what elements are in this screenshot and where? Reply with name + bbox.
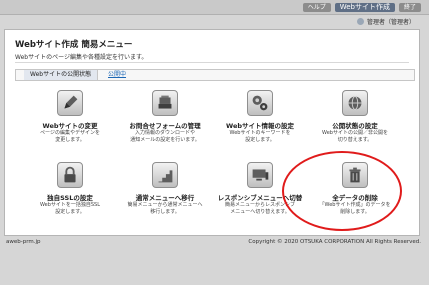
user-icon: [356, 18, 364, 25]
tile-description-line: 設定します。: [55, 209, 85, 215]
tile-description-line: 簡易メニューから通常メニューへ: [127, 202, 203, 208]
tile-description-line: 設定します。: [245, 137, 275, 143]
tile-publish-settings[interactable]: 公開状態の設定 Webサイトの公開／非公開を 切り替えます。: [310, 90, 400, 150]
user-label: 管理者（管理者）: [366, 19, 415, 26]
tile-description: 入力情報のダウンロードや 通知メールの設定を行います。: [120, 130, 210, 144]
tile-label: Webサイトの変更: [42, 122, 98, 130]
tile-description-line: ページの編集やデザインを: [40, 130, 100, 136]
gears-icon: [247, 90, 273, 116]
divider: [15, 62, 409, 63]
page-description: Webサイトのページ編集や各種設定を行います。: [15, 54, 148, 61]
product-button[interactable]: Webサイト作成: [334, 2, 395, 12]
top-nav: ヘルプ Webサイト作成 終了: [302, 2, 421, 12]
top-bar: ヘルプ Webサイト作成 終了: [0, 0, 429, 15]
help-button[interactable]: ヘルプ: [302, 2, 331, 12]
footer-copyright: Copyright © 2020 OTSUKA CORPORATION All …: [248, 239, 421, 245]
footer: aweb-prm.jp Copyright © 2020 OTSUKA CORP…: [0, 237, 429, 249]
stairs-icon: [152, 162, 178, 188]
tile-ssl-settings[interactable]: 独自SSLの設定 Webサイトを一括独自SSL 設定します。: [25, 162, 115, 222]
tile-description-line: 移行します。: [150, 209, 180, 215]
tile-label: お問合せフォームの管理: [129, 122, 201, 130]
publish-status-label: Webサイトの公開状態: [24, 70, 99, 80]
tile-description-line: 入力情報のダウンロードや: [134, 130, 195, 136]
tile-site-settings[interactable]: Webサイト情報の設定 Webサイトのキーワードを 設定します。: [215, 90, 305, 150]
tile-normal-menu[interactable]: 通常メニューへ移行 簡易メニューから通常メニューへ 移行します。: [120, 162, 210, 222]
devices-icon: [247, 162, 273, 188]
tile-description-line: 変更します。: [55, 137, 85, 143]
footer-domain: aweb-prm.jp: [6, 239, 41, 245]
tile-label: Webサイト情報の設定: [226, 122, 294, 130]
highlight-circle: [282, 151, 402, 231]
tile-description-line: 通知メールの設定を行います。: [130, 137, 200, 143]
lock-icon: [57, 162, 83, 188]
app-frame: ヘルプ Webサイト作成 終了 管理者（管理者） Webサイト作成 簡易メニュー…: [0, 0, 429, 285]
page-title: Webサイト作成 簡易メニュー: [15, 40, 133, 50]
tile-description: Webサイトの公開／非公開を 切り替えます。: [310, 130, 400, 144]
publish-status-box: Webサイトの公開状態 公開中: [15, 69, 415, 81]
tile-description-line: Webサイトのキーワードを: [229, 130, 291, 136]
publish-status-value[interactable]: 公開中: [108, 70, 126, 80]
tile-site-change[interactable]: Webサイトの変更 ページの編集やデザインを 変更します。: [25, 90, 115, 150]
tile-description-line: 切り替えます。: [337, 137, 373, 143]
tile-description-line: Webサイトを一括独自SSL: [39, 202, 101, 208]
tile-description-line: Webサイトの公開／非公開を: [322, 130, 388, 136]
tile-label: 通常メニューへ移行: [135, 194, 195, 202]
tile-description: Webサイトを一括独自SSL 設定します。: [25, 202, 115, 216]
tile-description: ページの編集やデザインを 変更します。: [25, 130, 115, 144]
tile-description: 簡易メニューから通常メニューへ 移行します。: [120, 202, 210, 216]
pen-icon: [57, 90, 83, 116]
tile-label: 公開状態の設定: [332, 122, 378, 130]
mailbox-icon: [152, 90, 178, 116]
tile-label: 独自SSLの設定: [47, 194, 93, 202]
close-button[interactable]: 終了: [398, 2, 421, 12]
tile-form-management[interactable]: お問合せフォームの管理 入力情報のダウンロードや 通知メールの設定を行います。: [120, 90, 210, 150]
user-info: 管理者（管理者）: [356, 17, 415, 26]
globe-icon: [342, 90, 368, 116]
tile-description: Webサイトのキーワードを 設定します。: [215, 130, 305, 144]
